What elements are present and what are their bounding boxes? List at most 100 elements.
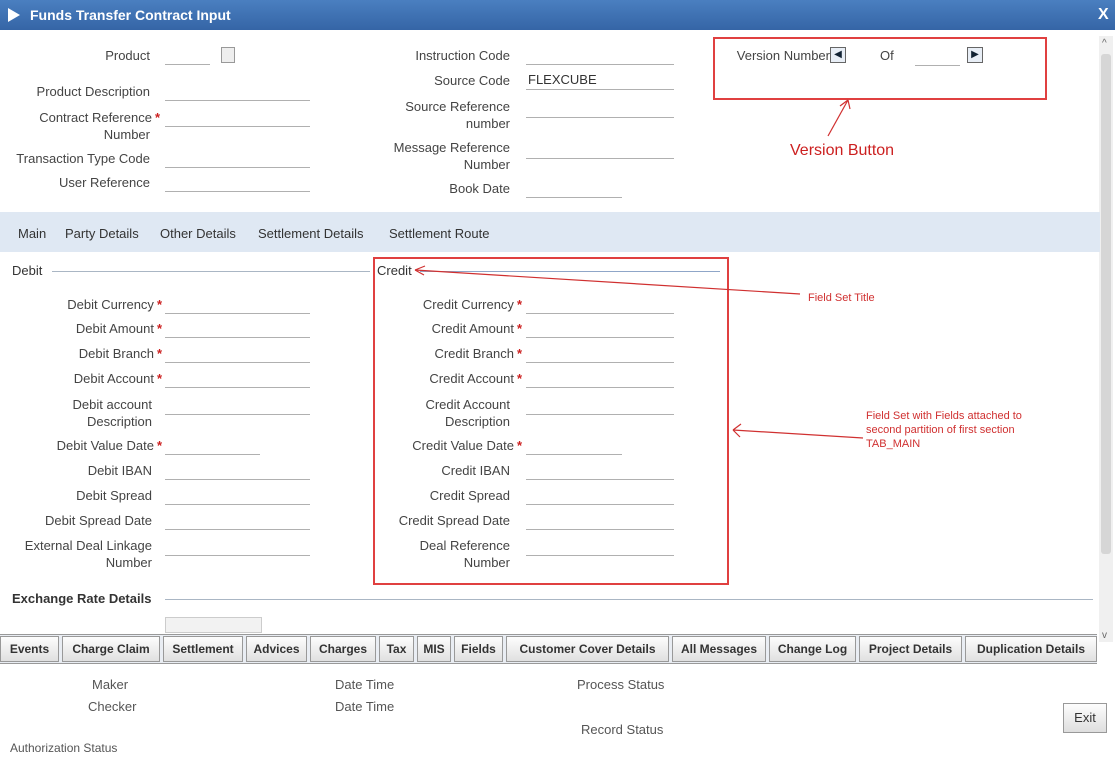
version-prev-button[interactable]: ◀: [830, 47, 846, 63]
user-reference-field[interactable]: [165, 177, 310, 192]
project-details-button[interactable]: Project Details: [859, 636, 962, 662]
events-button[interactable]: Events: [0, 636, 59, 662]
exit-button[interactable]: Exit: [1063, 703, 1107, 733]
date-time-label-1: Date Time: [335, 677, 395, 692]
credit-value-date-field[interactable]: [526, 440, 622, 455]
advices-button[interactable]: Advices: [246, 636, 307, 662]
version-total-field[interactable]: [915, 51, 960, 66]
tab-bar: Main Party Details Other Details Settlem…: [0, 212, 1100, 252]
tax-button[interactable]: Tax: [379, 636, 414, 662]
version-next-button[interactable]: ▶: [967, 47, 983, 63]
debit-spread-date-label: Debit Spread Date: [45, 513, 152, 528]
debit-amount-field[interactable]: [165, 323, 310, 338]
credit-amount-field[interactable]: [526, 323, 674, 338]
debit-spread-date-field[interactable]: [165, 515, 310, 530]
window-title: Funds Transfer Contract Input: [30, 7, 231, 23]
debit-currency-field[interactable]: [165, 299, 310, 314]
source-code-value: FLEXCUBE: [528, 72, 597, 87]
tab-main[interactable]: Main: [18, 226, 46, 241]
field-set-fields-annotation-1: Field Set with Fields attached to: [866, 410, 1022, 422]
debit-iban-field[interactable]: [165, 465, 310, 480]
message-reference-label-2: Number: [463, 157, 510, 172]
record-status-label: Record Status: [581, 722, 664, 737]
product-description-field[interactable]: [165, 86, 310, 101]
exchange-rate-details-line: [165, 599, 1093, 600]
debit-account-description-field[interactable]: [165, 400, 310, 415]
all-messages-button[interactable]: All Messages: [672, 636, 766, 662]
credit-value-date-label: Credit Value Date *: [412, 438, 522, 453]
debit-account-label: Debit Account *: [73, 371, 162, 386]
credit-iban-field[interactable]: [526, 465, 674, 480]
debit-spread-label: Debit Spread: [76, 488, 152, 503]
source-code-label: Source Code: [434, 73, 510, 88]
product-lookup-icon[interactable]: [221, 47, 235, 63]
debit-spread-field[interactable]: [165, 490, 310, 505]
contract-reference-field[interactable]: [165, 112, 310, 127]
version-number-label: Version Number: [736, 48, 830, 63]
credit-branch-field[interactable]: [526, 348, 674, 363]
debit-branch-field[interactable]: [165, 348, 310, 363]
transaction-type-code-label: Transaction Type Code: [16, 151, 150, 166]
version-annotation-text: Version Button: [790, 142, 895, 159]
message-reference-field[interactable]: [526, 144, 674, 159]
debit-fieldset-title: Debit: [12, 263, 43, 278]
external-deal-linkage-label: External Deal Linkage: [24, 538, 152, 553]
scroll-up-icon[interactable]: ^: [1102, 38, 1107, 49]
process-status-label: Process Status: [577, 677, 665, 692]
source-reference-label: Source Reference: [405, 99, 510, 114]
close-icon[interactable]: X: [1098, 6, 1109, 24]
credit-iban-label: Credit IBAN: [441, 463, 510, 478]
tab-settlement-route[interactable]: Settlement Route: [389, 226, 489, 241]
mis-button[interactable]: MIS: [417, 636, 451, 662]
product-description-label: Product Description: [36, 84, 150, 99]
duplication-details-button[interactable]: Duplication Details: [965, 636, 1097, 662]
scroll-down-icon[interactable]: v: [1102, 630, 1107, 641]
debit-branch-label: Debit Branch *: [78, 346, 162, 361]
field-set-title-annotation: Field Set Title: [808, 292, 875, 304]
external-deal-linkage-field[interactable]: [165, 541, 310, 556]
contract-reference-label: Contract Reference *: [39, 110, 160, 125]
exchange-rate-details-title: Exchange Rate Details: [12, 591, 152, 606]
user-reference-label: User Reference: [58, 175, 150, 190]
vertical-scrollbar[interactable]: ^ v: [1099, 36, 1113, 642]
fields-button[interactable]: Fields: [454, 636, 503, 662]
source-reference-field[interactable]: [526, 103, 674, 118]
title-bar: Funds Transfer Contract Input X: [0, 0, 1115, 30]
debit-value-date-label: Debit Value Date *: [56, 438, 162, 453]
credit-account-field[interactable]: [526, 373, 674, 388]
app-icon: [8, 8, 20, 22]
charges-button[interactable]: Charges: [310, 636, 376, 662]
credit-spread-date-field[interactable]: [526, 515, 674, 530]
customer-cover-details-button[interactable]: Customer Cover Details: [506, 636, 669, 662]
debit-currency-label: Debit Currency *: [67, 297, 162, 312]
scrollbar-thumb[interactable]: [1101, 54, 1111, 554]
deal-reference-field[interactable]: [526, 541, 674, 556]
change-log-button[interactable]: Change Log: [769, 636, 856, 662]
book-date-field[interactable]: [526, 183, 622, 198]
action-button-bar: Events Charge Claim Settlement Advices C…: [0, 634, 1097, 664]
tab-other-details[interactable]: Other Details: [160, 226, 236, 241]
settlement-button[interactable]: Settlement: [163, 636, 243, 662]
credit-account-label: Credit Account *: [429, 371, 522, 386]
credit-account-description-field[interactable]: [526, 400, 674, 415]
tab-party-details[interactable]: Party Details: [65, 226, 139, 241]
field-set-fields-arrow: [732, 423, 864, 439]
instruction-code-field[interactable]: [526, 50, 674, 65]
credit-account-description-label: Credit Account: [425, 397, 510, 412]
product-label: Product: [105, 48, 150, 63]
debit-fieldset-line: [52, 271, 370, 272]
field-set-fields-annotation-2: second partition of first section: [866, 424, 1015, 436]
credit-spread-field[interactable]: [526, 490, 674, 505]
authorization-status-label: Authorization Status: [10, 741, 118, 755]
debit-account-field[interactable]: [165, 373, 310, 388]
debit-iban-label: Debit IBAN: [87, 463, 152, 478]
field-set-fields-annotation-3: TAB_MAIN: [866, 438, 921, 450]
debit-account-description-label-2: Description: [86, 414, 152, 429]
product-field[interactable]: [165, 50, 210, 65]
transaction-type-code-field[interactable]: [165, 153, 310, 168]
deal-reference-label-2: Number: [463, 555, 510, 570]
credit-spread-label: Credit Spread: [429, 488, 510, 503]
debit-value-date-field[interactable]: [165, 440, 260, 455]
charge-claim-button[interactable]: Charge Claim: [62, 636, 160, 662]
tab-settlement-details[interactable]: Settlement Details: [258, 226, 364, 241]
